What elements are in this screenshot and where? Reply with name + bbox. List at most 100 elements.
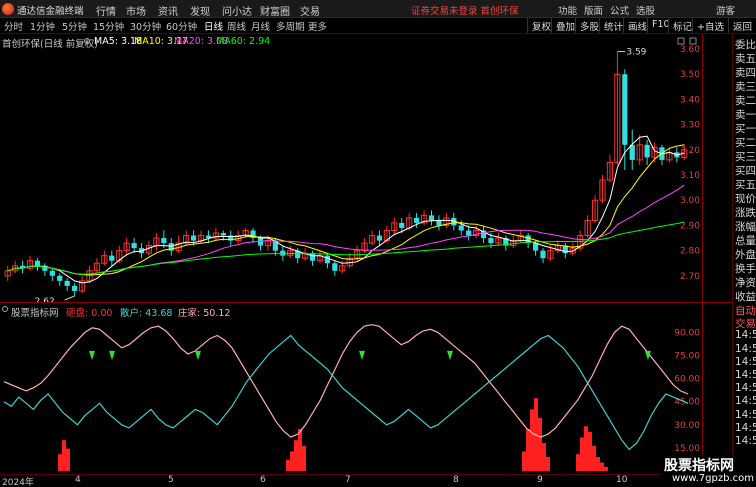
quote-item: 收益	[735, 291, 756, 303]
zapan-bar	[588, 431, 592, 471]
menu-hq[interactable]: 行情	[96, 3, 116, 18]
period-weekly[interactable]: 周线	[227, 19, 246, 33]
quote-item: 14:50	[735, 382, 756, 395]
zapan-bar	[592, 445, 596, 471]
quote-item: 卖一	[735, 109, 756, 121]
zapan-bar	[290, 451, 294, 471]
quote-item: 买二	[735, 137, 756, 149]
menu-discover[interactable]: 发现	[190, 3, 210, 18]
indicator-settings-icon[interactable]	[2, 306, 8, 312]
candle-body	[540, 250, 546, 259]
price-tick: 3.10	[680, 171, 700, 181]
menu-trade[interactable]: 交易	[300, 3, 320, 18]
quote-item: 买五	[735, 179, 756, 191]
price-tick: 2.90	[680, 221, 700, 231]
candle-body	[64, 280, 70, 286]
zapan-bar	[526, 429, 530, 471]
indicator-tick: 60.00	[674, 375, 700, 385]
candle-body	[428, 215, 435, 221]
date-6: 6	[260, 475, 266, 485]
candle-body	[220, 233, 226, 236]
zapan-bar	[294, 440, 298, 471]
sys-formula[interactable]: 公式	[610, 3, 629, 17]
date-10: 10	[616, 475, 628, 485]
quote-item: 委比	[735, 39, 756, 51]
high-label: 3.59	[626, 48, 646, 58]
quote-item: 14:50	[735, 435, 756, 447]
ma-line-ma10	[7, 144, 685, 276]
period-more[interactable]: 更多	[308, 19, 327, 33]
price-tick: 3.60	[680, 45, 700, 55]
signal-marker	[195, 350, 201, 361]
indicator-tick: 15.00	[674, 444, 700, 454]
candle-body	[131, 243, 137, 249]
period-15min[interactable]: 15分钟	[93, 19, 124, 33]
sys-function[interactable]: 功能	[558, 3, 577, 17]
candle-body	[190, 235, 197, 241]
indicator-tick: 30.00	[674, 421, 700, 431]
zapan-bar	[542, 443, 546, 471]
indicator-name[interactable]: 股票指标网	[11, 305, 59, 319]
sys-guest[interactable]: 游客	[716, 3, 735, 17]
zapan-bar	[302, 445, 306, 471]
quote-item: 净资	[735, 277, 756, 289]
settings-icon[interactable]	[84, 38, 90, 44]
quote-item: 外盘	[735, 249, 756, 261]
candle-body	[49, 270, 55, 276]
kline-chart[interactable]: 3.60 3.50 3.40 3.30 3.20 3.10 3.00 2.90 2.80 2.70…	[0, 34, 702, 302]
watermark-title: 股票指标网	[664, 458, 734, 474]
quote-item: 14:50	[735, 395, 756, 408]
menu-market[interactable]: 市场	[126, 3, 146, 18]
price-tick: 3.30	[680, 121, 700, 131]
period-5min[interactable]: 5分钟	[62, 19, 87, 33]
period-multi[interactable]: 多周期	[276, 19, 305, 33]
quote-item: 14:50	[735, 342, 756, 355]
price-tick: 2.80	[680, 247, 700, 257]
sys-pick[interactable]: 选股	[636, 3, 655, 17]
zapan-bar	[522, 451, 526, 471]
zapan-bar	[600, 462, 604, 471]
period-30min[interactable]: 30分钟	[130, 19, 161, 33]
quote-item: 涨幅	[735, 221, 756, 233]
candle-body	[436, 220, 442, 226]
period-60min[interactable]: 60分钟	[166, 19, 197, 33]
app-logo-icon	[2, 3, 14, 15]
zapan-bar	[584, 426, 588, 471]
signal-marker	[89, 350, 95, 361]
quote-item: 涨跌	[735, 207, 756, 219]
zapan-bar	[546, 457, 550, 471]
sys-layout[interactable]: 版面	[584, 3, 603, 17]
indicator-chart[interactable]: 90.0075.0060.0045.0030.0015.00	[0, 303, 702, 475]
date-8: 8	[453, 475, 459, 485]
quote-item: 现价	[735, 193, 756, 205]
indicator-item-sanhu: 散户: 43.68	[120, 308, 173, 319]
tool-add-watch[interactable]: +自选	[692, 18, 728, 33]
zapan-bar	[298, 429, 302, 471]
price-tick: 3.00	[680, 196, 700, 206]
quote-item: 卖五	[735, 53, 756, 65]
login-notice[interactable]: 证券交易未登录 首创环保	[411, 3, 519, 17]
low-label: 2.62	[35, 297, 55, 302]
menu-caifuquan[interactable]: 财富圈	[260, 3, 290, 18]
candle-body	[34, 260, 41, 266]
menu-news[interactable]: 资讯	[158, 3, 178, 18]
date-year: 2024年	[2, 478, 34, 487]
quote-item: 换手	[735, 263, 756, 275]
period-1min[interactable]: 1分钟	[30, 19, 55, 33]
tool-back[interactable]: 返回	[728, 18, 756, 33]
candle-body	[466, 230, 472, 236]
stock-label: 首创环保(日线 前复权)	[2, 39, 98, 50]
period-daily[interactable]: 日线	[204, 19, 223, 33]
period-fenshi[interactable]: 分时	[4, 19, 23, 33]
quote-item: 卖四	[735, 67, 756, 79]
candle-body	[72, 285, 78, 291]
price-tick: 2.70	[680, 272, 700, 282]
ma-line-ma20	[7, 184, 685, 275]
candle-body	[376, 235, 383, 241]
zapan-bar	[286, 459, 290, 471]
period-monthly[interactable]: 月线	[251, 19, 270, 33]
restore-icon	[677, 37, 685, 45]
candle-body	[399, 222, 405, 228]
menu-wenxiaoda[interactable]: 问小达	[222, 3, 252, 18]
indicator-item-zhuangjia: 庄家: 50.12	[178, 308, 231, 319]
